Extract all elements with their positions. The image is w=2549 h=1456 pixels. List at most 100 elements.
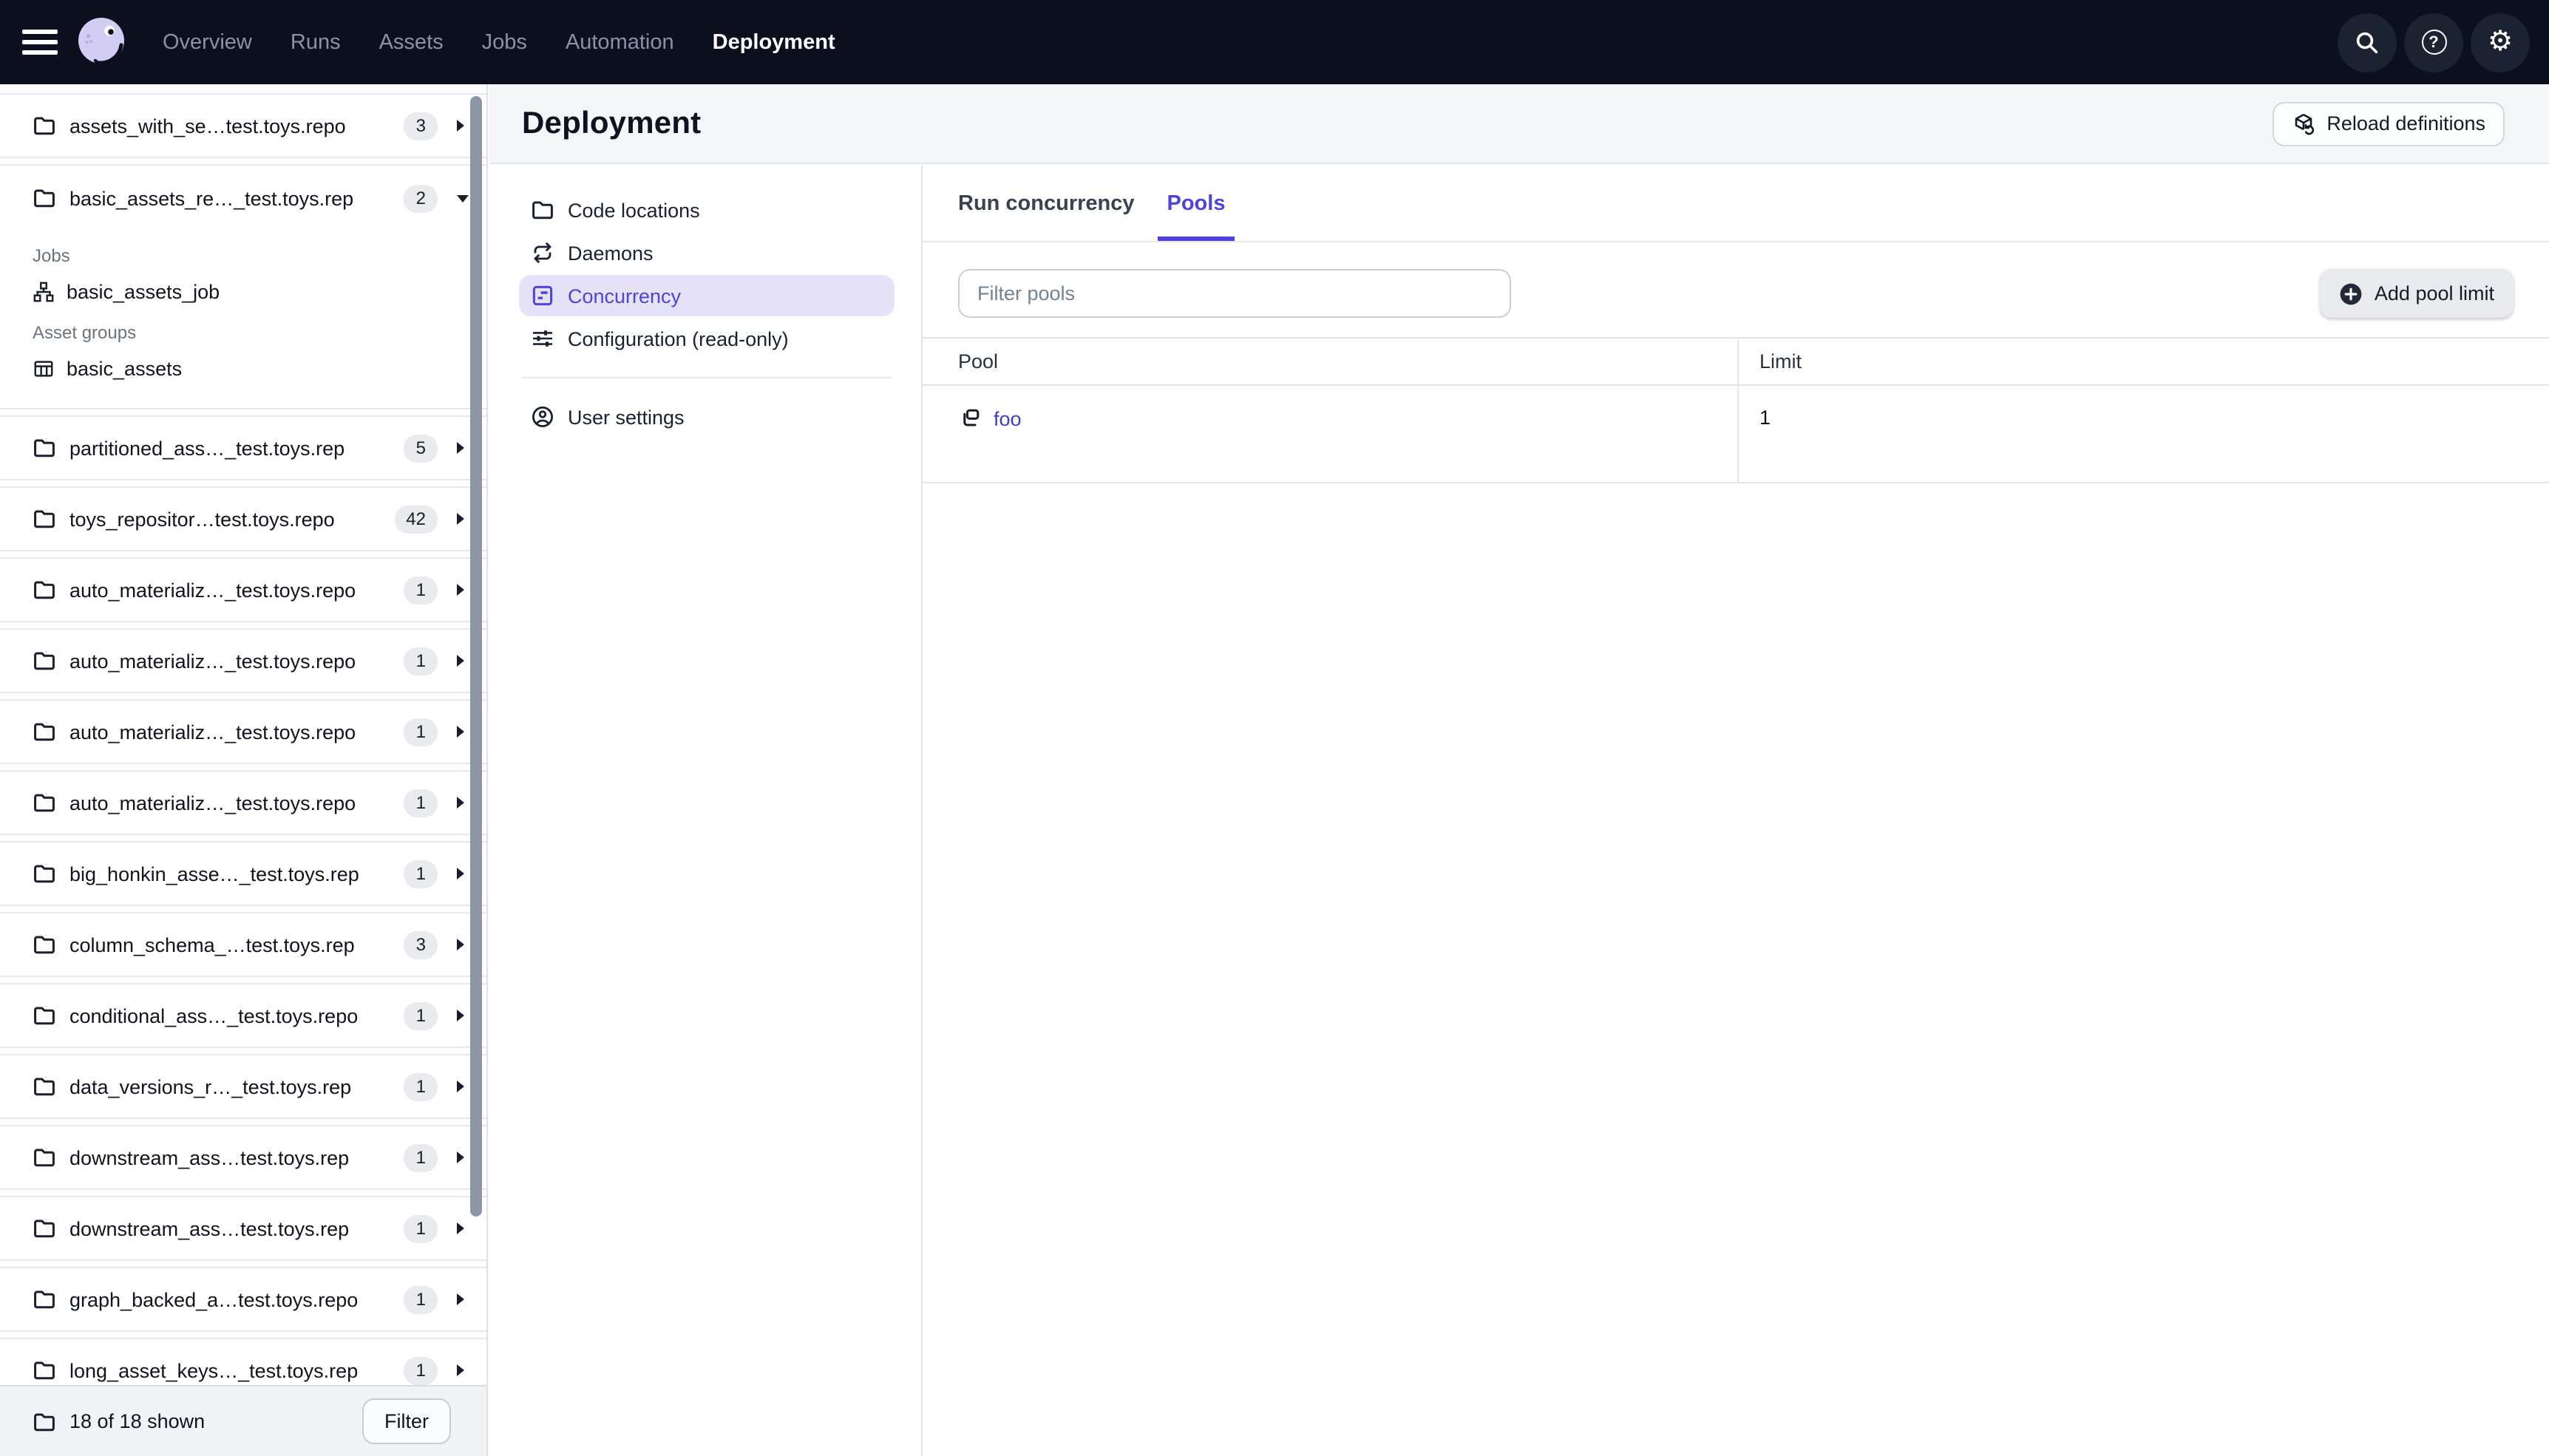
code-location-name: partitioned_ass…_test.toys.rep (69, 437, 345, 459)
pools-table: Pool Limit foo 1 (923, 337, 2549, 483)
dagster-logo-icon[interactable] (72, 13, 132, 72)
subnav-item-configuration[interactable]: Configuration (read-only) (519, 318, 895, 359)
sliders-icon (531, 327, 554, 350)
chevron-right-icon[interactable] (457, 797, 464, 809)
asset-count-badge: 3 (404, 931, 438, 959)
job-icon (33, 280, 55, 302)
folder-icon (33, 1075, 56, 1098)
chevron-right-icon[interactable] (457, 1081, 464, 1092)
pool-link[interactable]: foo (958, 406, 1022, 430)
folder-icon (33, 933, 56, 956)
code-location-row[interactable]: auto_materializ…_test.toys.repo 1 (0, 699, 486, 764)
chevron-down-icon[interactable] (457, 194, 469, 202)
asset-count-badge: 1 (404, 1356, 438, 1384)
subnav-item-user-settings[interactable]: User settings (519, 396, 895, 438)
code-location-row[interactable]: conditional_ass…_test.toys.repo 1 (0, 983, 486, 1048)
folder-icon (33, 1358, 56, 1382)
nav-item-jobs[interactable]: Jobs (482, 30, 527, 54)
chevron-right-icon[interactable] (457, 1010, 464, 1021)
help-icon: ? (2421, 30, 2446, 55)
asset-group-icon (33, 357, 55, 379)
folder-icon (531, 198, 554, 222)
code-location-row[interactable]: graph_backed_a…test.toys.repo 1 (0, 1267, 486, 1332)
asset-count-badge: 1 (404, 1143, 438, 1171)
filter-pools-input[interactable] (958, 269, 1511, 318)
code-location-row[interactable]: data_versions_r…_test.toys.rep 1 (0, 1054, 486, 1119)
reload-definitions-label: Reload definitions (2326, 112, 2485, 135)
pool-table-row: foo 1 (923, 386, 2549, 483)
asset-count-badge: 42 (394, 505, 438, 533)
code-location-row[interactable]: downstream_ass…test.toys.rep 1 (0, 1125, 486, 1190)
job-list-item[interactable]: basic_assets_job (33, 272, 469, 310)
chevron-right-icon[interactable] (457, 1222, 464, 1234)
code-location-row[interactable]: big_honkin_asse…_test.toys.rep 1 (0, 841, 486, 906)
chevron-right-icon[interactable] (457, 513, 464, 525)
concurrency-content: Run concurrency Pools Add pool limit Poo… (921, 166, 2549, 1456)
code-location-row[interactable]: partitioned_ass…_test.toys.rep 5 (0, 415, 486, 480)
sidebar-filter-button[interactable]: Filter (362, 1398, 451, 1444)
nav-item-overview[interactable]: Overview (163, 30, 252, 54)
concurrency-tabs: Run concurrency Pools (923, 166, 2549, 242)
page-title: Deployment (522, 106, 702, 140)
asset-group-list-item[interactable]: basic_assets (33, 349, 469, 387)
subnav-item-concurrency[interactable]: Concurrency (519, 275, 895, 316)
chevron-right-icon[interactable] (457, 939, 464, 950)
add-pool-limit-button[interactable]: Add pool limit (2319, 269, 2514, 318)
code-location-row[interactable]: auto_materializ…_test.toys.repo 1 (0, 770, 486, 835)
tab-pools[interactable]: Pools (1158, 166, 1235, 241)
chevron-right-icon[interactable] (457, 120, 464, 132)
code-location-name: column_schema_…test.toys.rep (69, 933, 355, 956)
code-location-row[interactable]: downstream_ass…test.toys.rep 1 (0, 1196, 486, 1261)
code-location-name: downstream_ass…test.toys.rep (69, 1217, 350, 1239)
chevron-right-icon[interactable] (457, 442, 464, 454)
chevron-right-icon[interactable] (457, 726, 464, 738)
code-location-name: toys_repositor…test.toys.repo (69, 508, 335, 530)
code-location-row[interactable]: auto_materializ…_test.toys.repo 1 (0, 557, 486, 622)
sidebar-scrollbar[interactable] (470, 96, 482, 1217)
asset-count-badge: 1 (404, 789, 438, 817)
search-button[interactable] (2338, 13, 2397, 72)
chevron-right-icon[interactable] (457, 584, 464, 596)
deployment-subnav: Code locations Daemons Concurrency Confi… (489, 166, 921, 1456)
tab-run-concurrency[interactable]: Run concurrency (949, 166, 1144, 241)
reload-definitions-button[interactable]: Reload definitions (2272, 101, 2505, 146)
hamburger-menu-button[interactable] (22, 30, 58, 55)
asset-count-badge: 1 (404, 1285, 438, 1313)
primary-nav: Overview Runs Assets Jobs Automation Dep… (163, 30, 835, 54)
code-location-row[interactable]: auto_materializ…_test.toys.repo 1 (0, 628, 486, 693)
nav-item-runs[interactable]: Runs (291, 30, 341, 54)
settings-button[interactable]: ⚙ (2471, 13, 2530, 72)
code-location-row[interactable]: basic_assets_re…_test.toys.rep 2 (0, 166, 486, 231)
chevron-right-icon[interactable] (457, 655, 464, 667)
chevron-right-icon[interactable] (457, 1293, 464, 1305)
code-location-list: assets_with_se…test.toys.repo 3 basic_as… (0, 84, 486, 1403)
nav-item-automation[interactable]: Automation (566, 30, 674, 54)
help-button[interactable]: ? (2404, 13, 2463, 72)
code-location-row[interactable]: assets_with_se…test.toys.repo 3 (0, 93, 486, 158)
asset-count-badge: 1 (404, 576, 438, 604)
asset-count-badge: 1 (404, 1214, 438, 1242)
nav-item-deployment[interactable]: Deployment (713, 30, 835, 54)
pool-limit-value: 1 (1759, 406, 1771, 429)
code-location-name: basic_assets_re…_test.toys.rep (69, 187, 354, 209)
folder-icon (33, 791, 56, 814)
code-location-name: auto_materializ…_test.toys.repo (69, 650, 356, 672)
code-location-row[interactable]: column_schema_…test.toys.rep 3 (0, 912, 486, 977)
hamburger-bar (22, 50, 58, 55)
asset-count-badge: 1 (404, 860, 438, 888)
job-name: basic_assets_job (67, 280, 220, 302)
repeat-icon (531, 241, 554, 265)
subnav-label: Configuration (read-only) (568, 327, 789, 350)
subnav-item-code-locations[interactable]: Code locations (519, 189, 895, 231)
pools-table-header: Pool Limit (923, 339, 2549, 386)
chevron-right-icon[interactable] (457, 1151, 464, 1163)
code-location-row[interactable]: toys_repositor…test.toys.repo 42 (0, 486, 486, 551)
folder-icon (33, 507, 56, 531)
main-area: Deployment Reload definitions Code locat… (489, 84, 2549, 1456)
nav-item-assets[interactable]: Assets (379, 30, 444, 54)
subnav-item-daemons[interactable]: Daemons (519, 232, 895, 273)
chevron-right-icon[interactable] (457, 1364, 464, 1376)
code-location-name: graph_backed_a…test.toys.repo (69, 1288, 359, 1310)
code-location-name: long_asset_keys…_test.toys.rep (69, 1359, 359, 1381)
chevron-right-icon[interactable] (457, 868, 464, 880)
